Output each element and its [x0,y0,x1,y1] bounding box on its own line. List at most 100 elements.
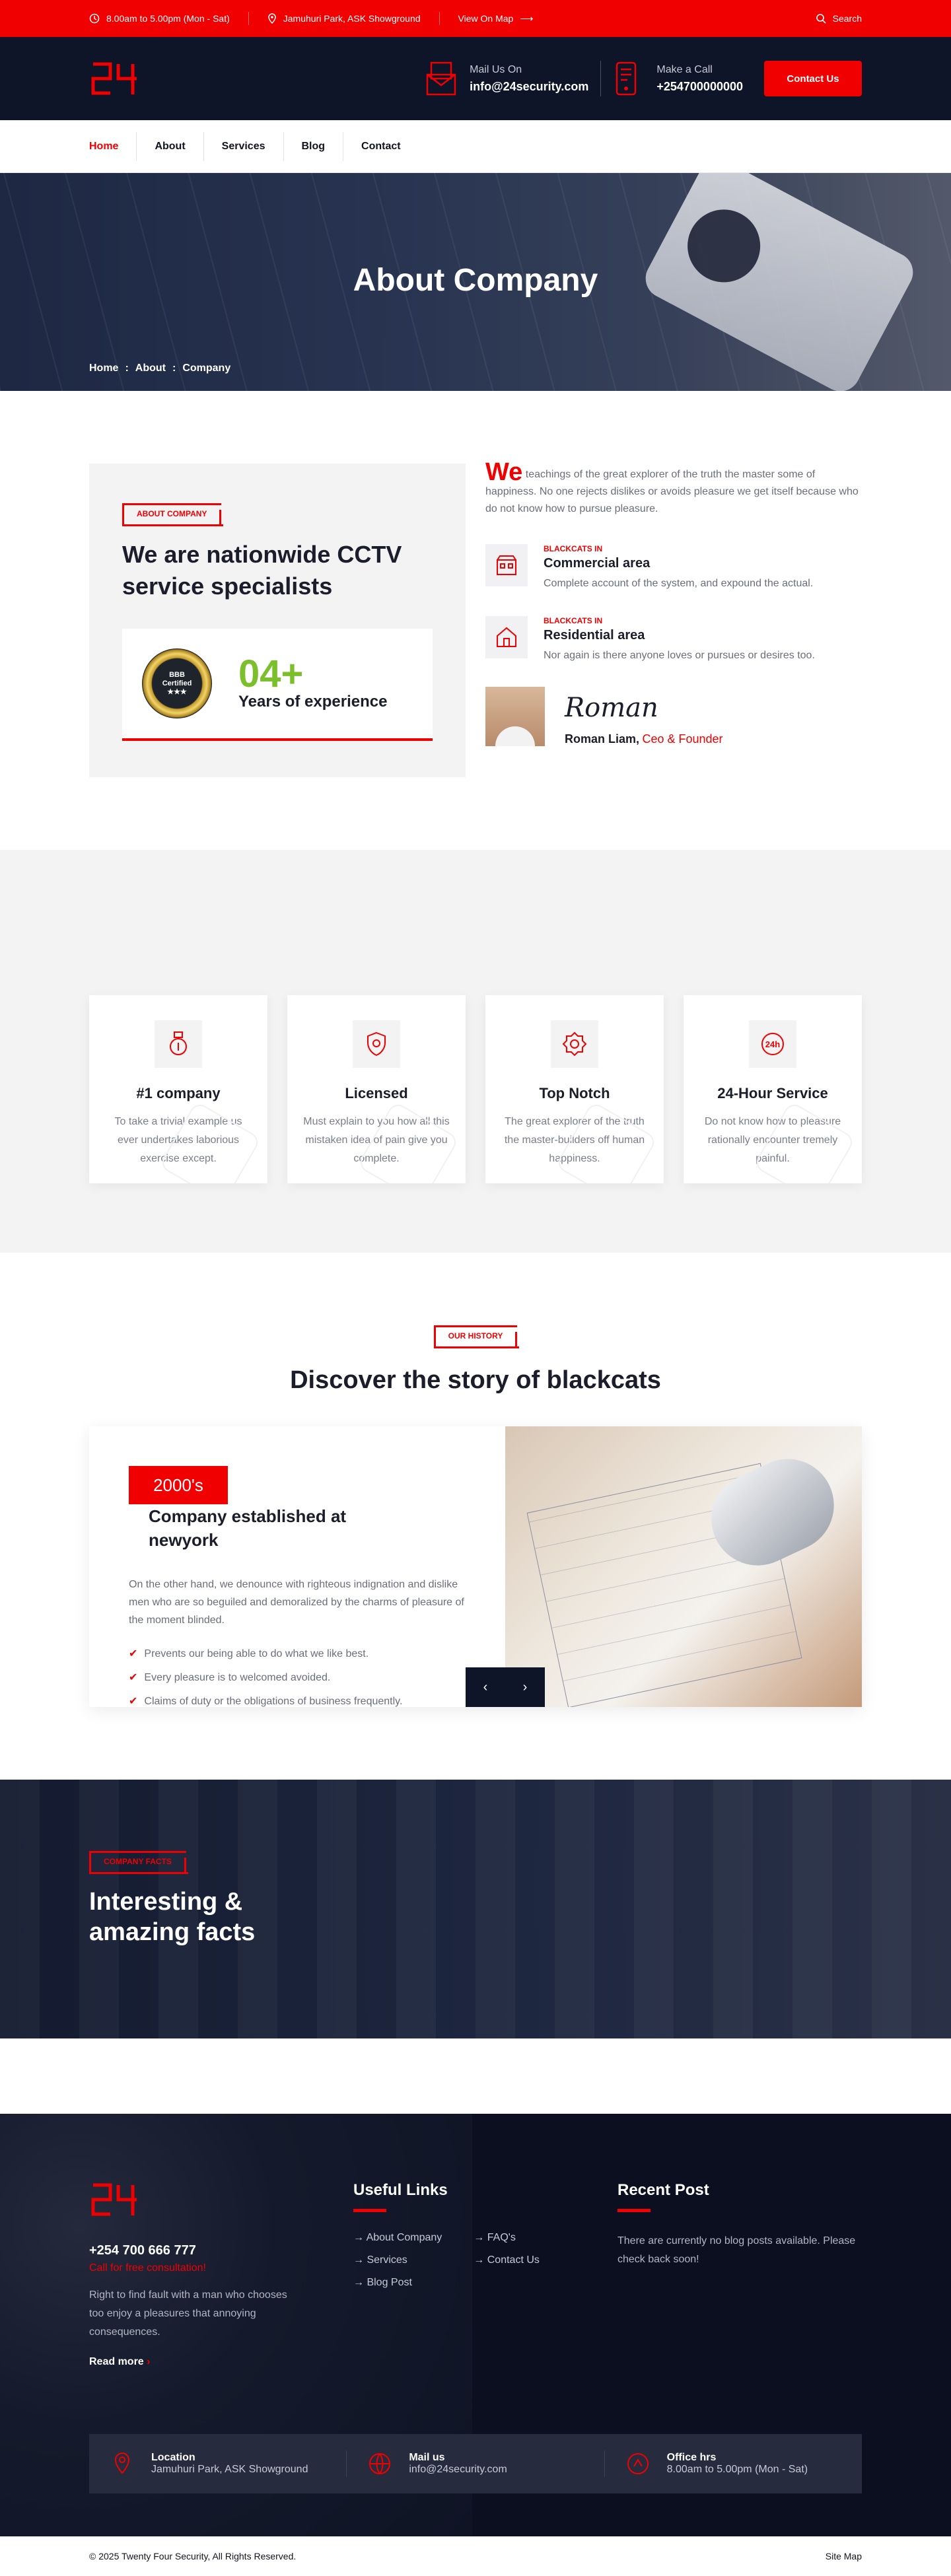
history-points: Prevents our being able to do what we li… [129,1642,466,1714]
contact-us-button[interactable]: Contact Us [764,61,862,96]
experience-box: BBB Certified ★★★ 04+ Years of experience [122,629,433,741]
call-value[interactable]: +254700000000 [656,80,743,93]
main-nav: Home About Services Blog Contact [0,120,951,173]
title-underline [617,2209,651,2212]
shield-icon [353,1020,400,1068]
footer-links: Useful Links → About Company → Services … [353,2180,617,2368]
footer-desc: Right to find fault with a man who choos… [89,2289,287,2338]
breadcrumb-home[interactable]: Home [89,363,118,374]
footer-link[interactable]: → Contact Us [474,2254,540,2266]
map-pin-icon [268,13,276,24]
header: Mail Us On info@24security.com Make a Ca… [0,37,951,120]
hours-text: 8.00am to 5.00pm (Mon - Sat) [106,13,230,24]
mail-contact[interactable]: Mail Us On info@24security.com [426,60,588,97]
read-more-link[interactable]: Read more › [89,2356,353,2368]
search-button[interactable]: Search [816,13,862,24]
mail-label: Mail Us On [470,63,522,75]
history-content: 2000's Company established at newyork On… [89,1426,505,1707]
facts-heading: Interesting & amazing facts [89,1888,256,1946]
breadcrumb: Home : About : Company [89,363,230,374]
mail-value[interactable]: info@24security.com [470,80,588,93]
section-tag: ABOUT COMPANY [122,503,224,526]
logo-24-icon[interactable] [89,59,142,98]
author-block: Roman Roman Liam, Ceo & Founder [485,687,862,746]
copyright-text: © 2025 Twenty Four Security, All Rights … [89,2551,297,2561]
service-card[interactable]: Licensed Must explain to you how all thi… [287,995,466,1183]
logo[interactable] [89,59,142,98]
footer-phone[interactable]: +254 700 666 777 [89,2243,353,2258]
section-tag: OUR HISTORY [433,1325,520,1348]
list-item: Every pleasure is to welcomed avoided. [129,1666,466,1690]
feature-text: Complete account of the system, and expo… [544,578,814,589]
house-icon [485,616,528,658]
nav-contact[interactable]: Contact [343,132,419,161]
logo-24-icon[interactable] [89,2180,142,2219]
nav-blog[interactable]: Blog [284,132,344,161]
links-title: Useful Links [353,2181,448,2199]
clock-icon [627,2453,649,2474]
footer-link[interactable]: → FAQ's [474,2232,540,2244]
clock-icon [89,13,100,24]
feature-small: BLACKCATS IN [544,544,603,553]
about-section: ABOUT COMPANY We are nationwide CCTV ser… [0,391,951,850]
footer-link[interactable]: → Services [353,2254,442,2266]
service-card[interactable]: Top Notch The great explorer of the trut… [485,995,664,1183]
call-label: Make a Call [656,63,713,75]
history-heading: Discover the story of blackcats [290,1366,661,1394]
call-contact[interactable]: Make a Call +254700000000 [613,60,743,97]
history-title: Company established at newyork [149,1506,347,1550]
footer-hours: Office hrs 8.00am to 5.00pm (Mon - Sat) [605,2451,862,2477]
footer: +254 700 666 777 Call for free consultat… [0,2114,951,2536]
view-map-label[interactable]: View On Map [458,13,514,24]
view-map-link[interactable]: View On Map ⟶ [458,13,534,24]
service-text: Do not know how to pleasure rationally e… [704,1116,841,1164]
feature-text: Nor again is there anyone loves or pursu… [544,650,815,661]
posts-title: Recent Post [617,2181,709,2199]
posts-empty-text: There are currently no blog posts availa… [617,2235,856,2265]
avatar [485,687,545,746]
search-label[interactable]: Search [833,13,862,24]
breadcrumb-sep: : [172,363,176,374]
divider [600,61,602,96]
services-section: #1 company To take a trivial example us … [0,850,951,1253]
footer-link[interactable]: → About Company [353,2232,442,2244]
breadcrumb-current: Company [182,363,231,374]
svg-text:24h: 24h [765,1039,780,1049]
next-arrow-icon[interactable]: › [505,1667,545,1707]
hours-info: 8.00am to 5.00pm (Mon - Sat) [89,13,230,24]
history-slide: 2000's Company established at newyork On… [89,1426,862,1707]
nav-services[interactable]: Services [204,132,284,161]
nav-about[interactable]: About [137,132,204,161]
breadcrumb-about[interactable]: About [135,363,166,374]
location-text: Jamuhuri Park, ASK Showground [283,13,421,24]
call-text: Make a Call +254700000000 [656,64,743,94]
experience-text: 04+ Years of experience [238,655,387,711]
medal-icon [155,1020,202,1068]
service-title: Top Notch [539,1085,610,1101]
history-image [505,1426,862,1707]
service-text: To take a trivial example us ever undert… [114,1116,242,1164]
feature-commercial: BLACKCATS IN Commercial area Complete ac… [485,544,862,590]
top-bar: 8.00am to 5.00pm (Mon - Sat) Jamuhuri Pa… [0,0,951,37]
prev-arrow-icon[interactable]: ‹ [466,1667,505,1707]
building-icon [485,544,528,586]
history-section: OUR HISTORY Discover the story of blackc… [0,1253,951,1780]
service-card[interactable]: #1 company To take a trivial example us … [89,995,267,1183]
about-details: We teachings of the great explorer of th… [466,460,862,777]
footer-link[interactable]: → Blog Post [353,2277,442,2289]
mail-text: Mail Us On info@24security.com [470,64,588,94]
author-name: Roman Liam, [565,732,640,746]
divider [248,12,249,25]
bbb-certified-badge: BBB Certified ★★★ [142,648,212,718]
24-hour-icon: 24h [749,1020,796,1068]
footer-cta: Call for free consultation! [89,2262,206,2274]
footer-location: Location Jamuhuri Park, ASK Showground [89,2451,347,2477]
copyright-bar: © 2025 Twenty Four Security, All Rights … [89,2536,862,2576]
sitemap-link[interactable]: Site Map [826,2551,862,2561]
location-info: Jamuhuri Park, ASK Showground [267,13,421,24]
feature-residential: BLACKCATS IN Residential area Nor again … [485,616,862,662]
year-badge: 2000's [129,1466,228,1504]
list-item: Claims of duty or the obligations of bus… [129,1690,466,1714]
nav-home[interactable]: Home [89,132,137,161]
service-card[interactable]: 24h 24-Hour Service Do not know how to p… [684,995,862,1183]
